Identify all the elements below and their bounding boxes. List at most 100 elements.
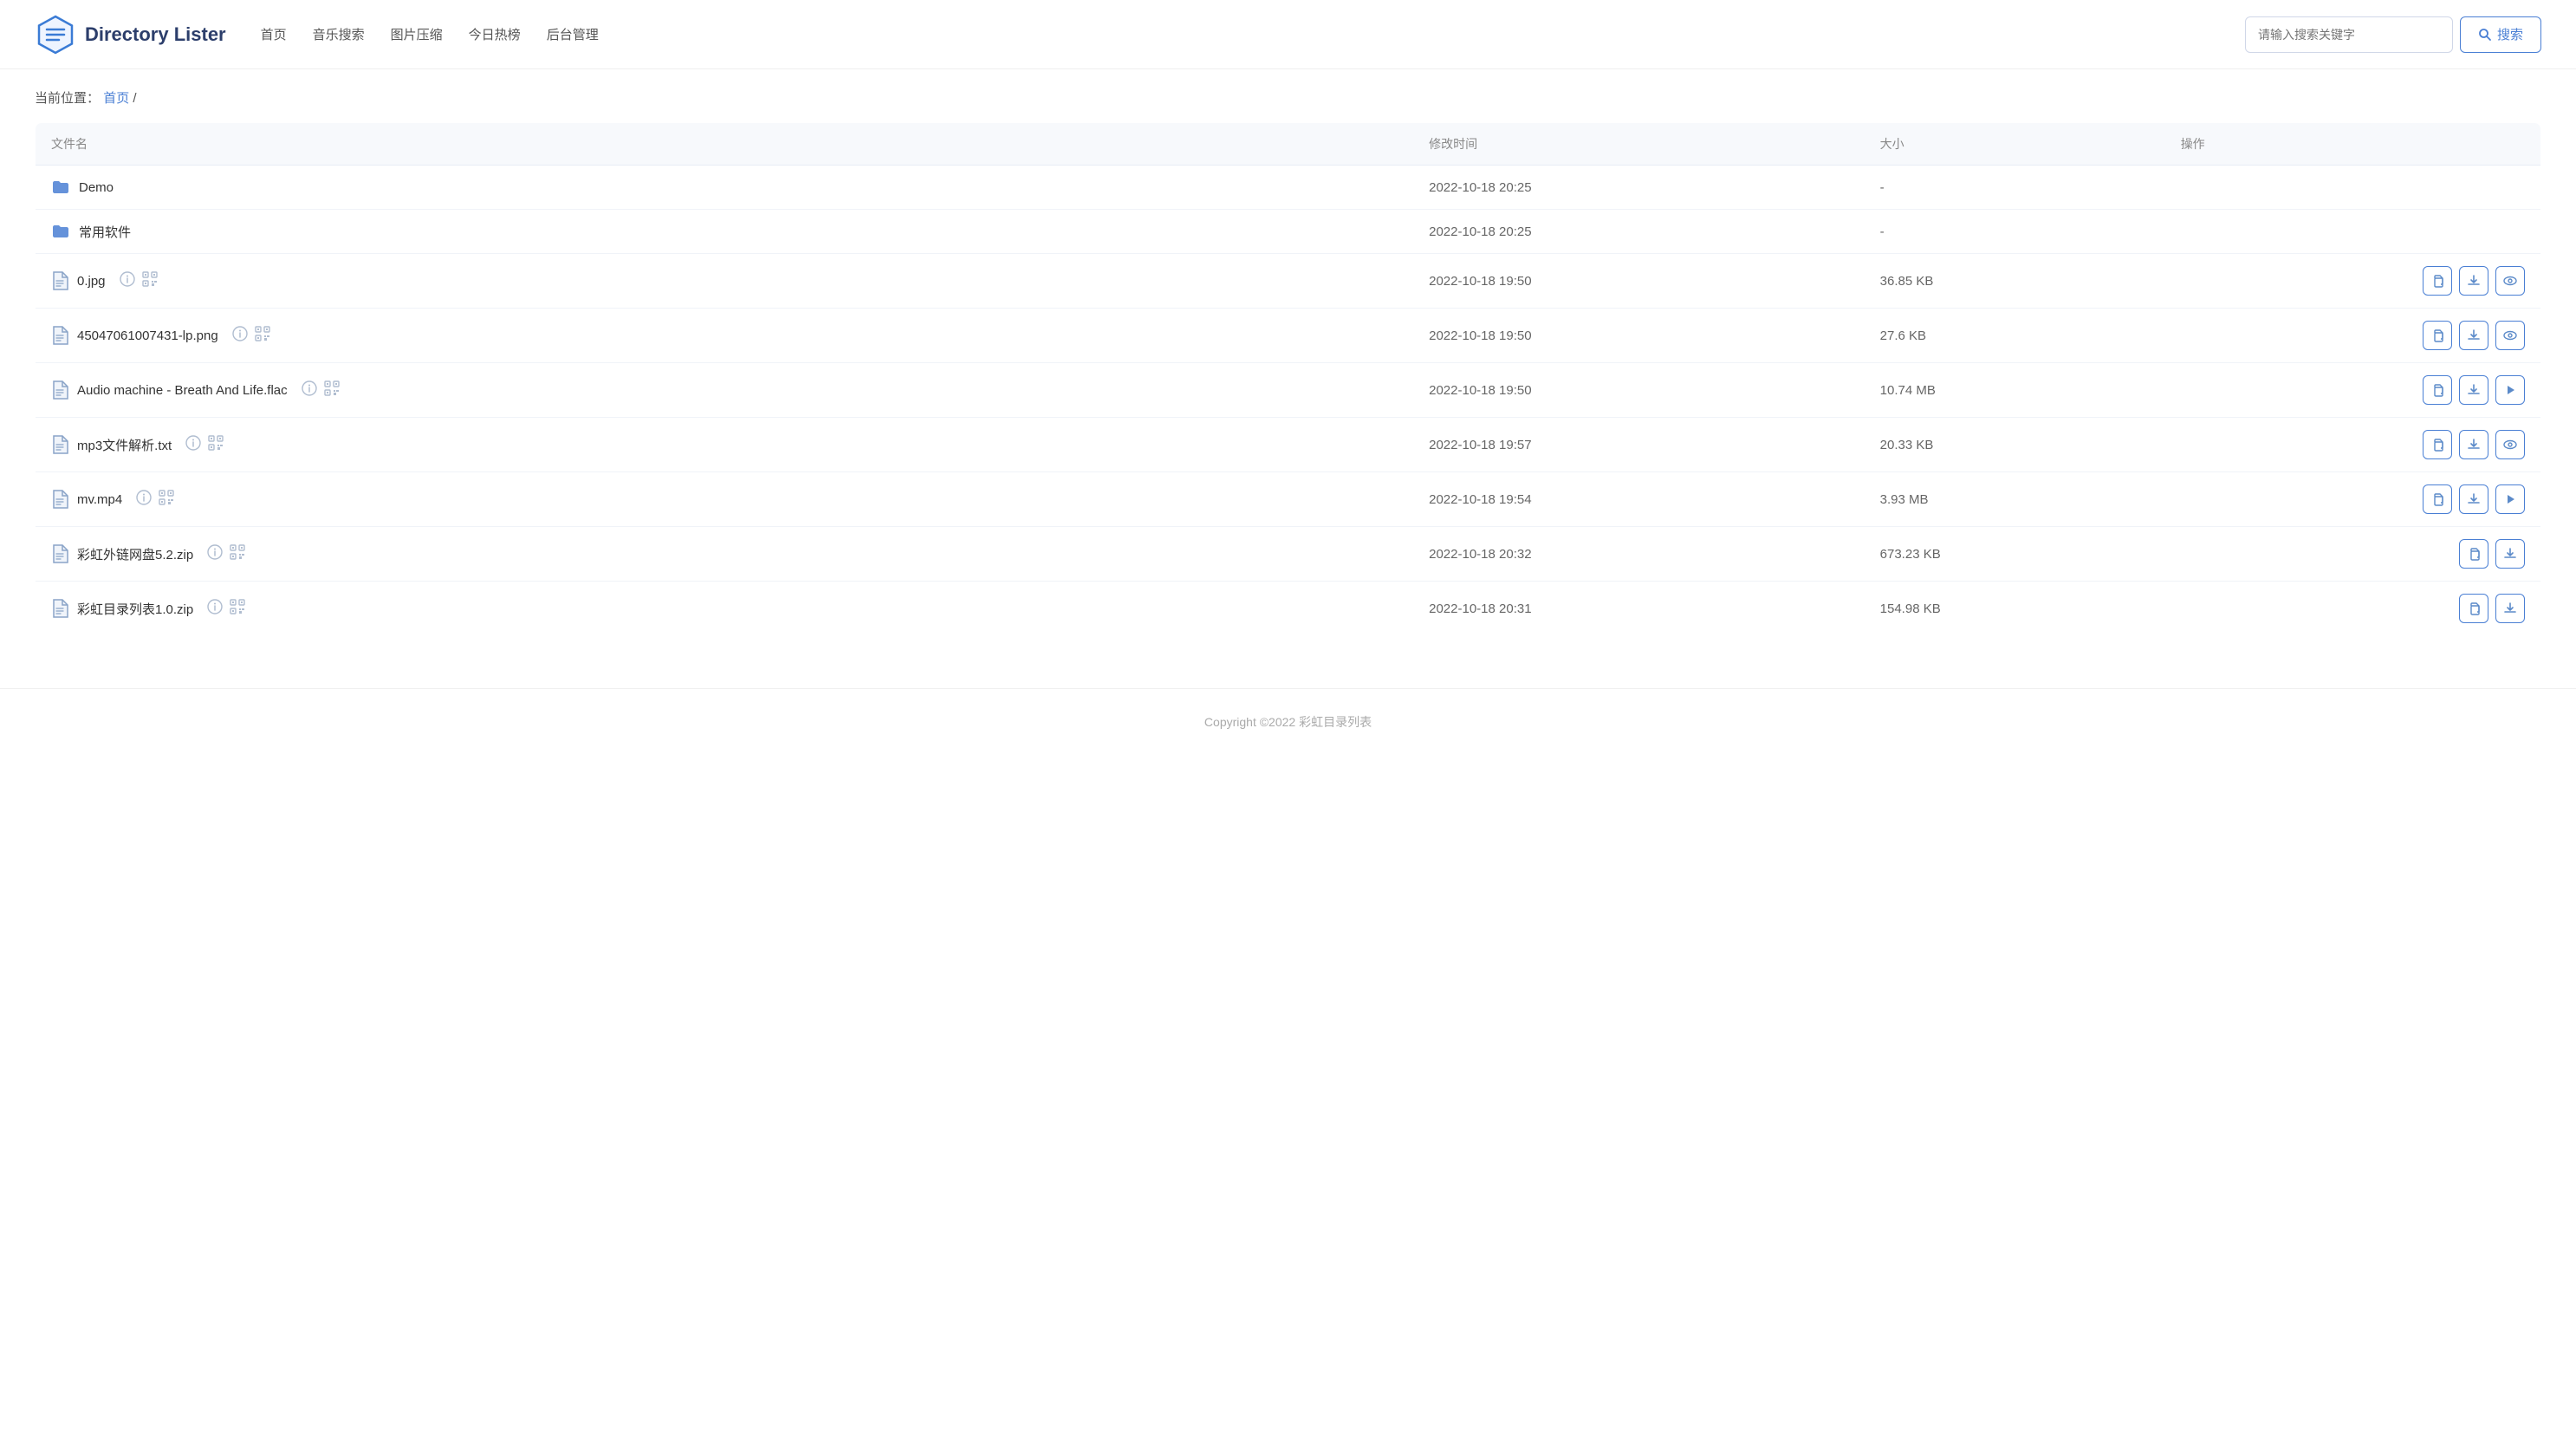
size-cell: 3.93 MB bbox=[1865, 472, 2165, 527]
info-icon[interactable] bbox=[207, 544, 223, 563]
file-icon bbox=[51, 599, 68, 618]
file-icon bbox=[51, 490, 68, 509]
qr-icon[interactable] bbox=[230, 599, 245, 618]
file-name[interactable]: 0.jpg bbox=[77, 274, 106, 289]
breadcrumb-home[interactable]: 首页 bbox=[103, 91, 129, 106]
action-cell bbox=[2165, 363, 2541, 418]
table-row: 彩虹目录列表1.0.zip 2022-10-18 20:31154.98 KB bbox=[36, 582, 2541, 636]
info-icon[interactable] bbox=[232, 326, 248, 345]
play-button[interactable] bbox=[2495, 375, 2525, 405]
nav-admin[interactable]: 后台管理 bbox=[547, 22, 599, 47]
download-button[interactable] bbox=[2459, 375, 2488, 405]
qr-icon[interactable] bbox=[142, 271, 158, 290]
file-icon bbox=[51, 271, 68, 290]
size-cell: 36.85 KB bbox=[1865, 254, 2165, 309]
col-header-size: 大小 bbox=[1865, 123, 2165, 166]
nav-home[interactable]: 首页 bbox=[261, 22, 287, 47]
info-icon[interactable] bbox=[302, 380, 317, 400]
size-cell: - bbox=[1865, 166, 2165, 210]
search-label: 搜索 bbox=[2497, 25, 2523, 43]
size-cell: - bbox=[1865, 210, 2165, 254]
download-button[interactable] bbox=[2495, 594, 2525, 623]
logo-area: Directory Lister bbox=[35, 14, 226, 55]
file-name[interactable]: Demo bbox=[79, 180, 114, 195]
filename-cell: Demo bbox=[36, 166, 1414, 210]
copy-button[interactable] bbox=[2423, 375, 2452, 405]
table-row: 彩虹外链网盘5.2.zip2022-10-18 20:32673.23 KB bbox=[36, 527, 2541, 582]
copy-button[interactable] bbox=[2423, 484, 2452, 514]
file-name[interactable]: 彩虹外链网盘5.2.zip bbox=[77, 545, 193, 563]
file-name[interactable]: 常用软件 bbox=[79, 223, 131, 241]
table-row: Demo2022-10-18 20:25- bbox=[36, 166, 2541, 210]
search-button[interactable]: 搜索 bbox=[2460, 16, 2541, 53]
file-name[interactable]: Audio machine - Breath And Life.flac bbox=[77, 383, 288, 398]
table-row: 0.jpg 2022-10-18 19:5036.85 KB bbox=[36, 254, 2541, 309]
download-button[interactable] bbox=[2459, 430, 2488, 459]
modified-cell: 2022-10-18 20:31 bbox=[1413, 582, 1865, 636]
info-icon[interactable] bbox=[136, 490, 152, 509]
download-button[interactable] bbox=[2495, 539, 2525, 569]
nav-hot[interactable]: 今日热榜 bbox=[469, 22, 521, 47]
copy-button[interactable] bbox=[2459, 539, 2488, 569]
main-nav: 首页 音乐搜索 图片压缩 今日热榜 后台管理 bbox=[261, 22, 2245, 47]
modified-cell: 2022-10-18 19:50 bbox=[1413, 363, 1865, 418]
size-cell: 27.6 KB bbox=[1865, 309, 2165, 363]
file-tbody: Demo2022-10-18 20:25- 常用软件2022-10-18 20:… bbox=[36, 166, 2541, 636]
info-icon[interactable] bbox=[207, 599, 223, 618]
copy-button[interactable] bbox=[2423, 430, 2452, 459]
nav-image[interactable]: 图片压缩 bbox=[391, 22, 443, 47]
modified-cell: 2022-10-18 19:57 bbox=[1413, 418, 1865, 472]
size-cell: 673.23 KB bbox=[1865, 527, 2165, 582]
filename-cell: 0.jpg bbox=[36, 254, 1414, 309]
table-row: mp3文件解析.txt 2022-10-18 19:5720.33 KB bbox=[36, 418, 2541, 472]
size-cell: 20.33 KB bbox=[1865, 418, 2165, 472]
action-cell bbox=[2165, 254, 2541, 309]
file-name[interactable]: mv.mp4 bbox=[77, 492, 122, 507]
qr-icon[interactable] bbox=[324, 380, 340, 400]
footer-text: Copyright ©2022 彩虹目录列表 bbox=[1204, 715, 1372, 729]
modified-cell: 2022-10-18 19:54 bbox=[1413, 472, 1865, 527]
qr-icon[interactable] bbox=[230, 544, 245, 563]
file-icon bbox=[51, 544, 68, 563]
download-button[interactable] bbox=[2459, 484, 2488, 514]
modified-cell: 2022-10-18 19:50 bbox=[1413, 254, 1865, 309]
footer: Copyright ©2022 彩虹目录列表 bbox=[0, 688, 2576, 755]
file-name[interactable]: mp3文件解析.txt bbox=[77, 436, 172, 454]
info-icon[interactable] bbox=[185, 435, 201, 454]
preview-button[interactable] bbox=[2495, 321, 2525, 350]
folder-icon bbox=[51, 178, 70, 197]
download-button[interactable] bbox=[2459, 266, 2488, 296]
file-table: 文件名 修改时间 大小 操作 Demo2022-10-18 20:25- 常用软… bbox=[35, 122, 2541, 636]
copy-button[interactable] bbox=[2459, 594, 2488, 623]
copy-button[interactable] bbox=[2423, 321, 2452, 350]
table-row: mv.mp4 2022-10-18 19:543.93 MB bbox=[36, 472, 2541, 527]
file-icon bbox=[51, 380, 68, 400]
filename-cell: 彩虹外链网盘5.2.zip bbox=[36, 527, 1414, 582]
download-button[interactable] bbox=[2459, 321, 2488, 350]
filename-cell: Audio machine - Breath And Life.flac bbox=[36, 363, 1414, 418]
qr-icon[interactable] bbox=[208, 435, 224, 454]
action-cell bbox=[2165, 582, 2541, 636]
qr-icon[interactable] bbox=[255, 326, 270, 345]
table-row: 常用软件2022-10-18 20:25- bbox=[36, 210, 2541, 254]
table-header-row: 文件名 修改时间 大小 操作 bbox=[36, 123, 2541, 166]
preview-button[interactable] bbox=[2495, 266, 2525, 296]
action-cell bbox=[2165, 527, 2541, 582]
search-input[interactable] bbox=[2245, 16, 2453, 53]
modified-cell: 2022-10-18 19:50 bbox=[1413, 309, 1865, 363]
size-cell: 154.98 KB bbox=[1865, 582, 2165, 636]
file-name[interactable]: 45047061007431-lp.png bbox=[77, 328, 218, 343]
action-cell bbox=[2165, 166, 2541, 210]
nav-music[interactable]: 音乐搜索 bbox=[313, 22, 365, 47]
filename-cell: mv.mp4 bbox=[36, 472, 1414, 527]
col-header-filename: 文件名 bbox=[36, 123, 1414, 166]
action-cell bbox=[2165, 472, 2541, 527]
action-cell bbox=[2165, 418, 2541, 472]
info-icon[interactable] bbox=[120, 271, 135, 290]
copy-button[interactable] bbox=[2423, 266, 2452, 296]
qr-icon[interactable] bbox=[159, 490, 174, 509]
file-name[interactable]: 彩虹目录列表1.0.zip bbox=[77, 600, 193, 618]
filename-cell: 45047061007431-lp.png bbox=[36, 309, 1414, 363]
preview-button[interactable] bbox=[2495, 430, 2525, 459]
play-button[interactable] bbox=[2495, 484, 2525, 514]
